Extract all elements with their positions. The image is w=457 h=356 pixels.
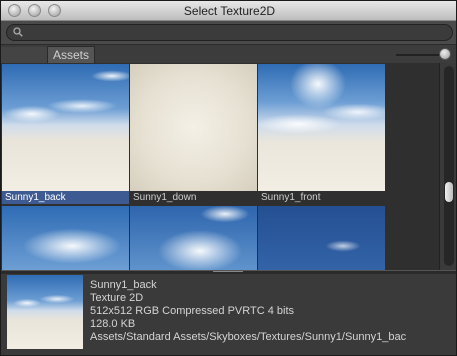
grid-item[interactable] [130, 206, 257, 270]
search-bar [1, 21, 456, 45]
splitter-grip[interactable] [213, 271, 243, 272]
selected-texture-path: Assets/Standard Assets/Skyboxes/Textures… [90, 331, 407, 343]
selected-texture-preview [7, 275, 83, 349]
scrollbar-thumb[interactable] [445, 182, 453, 202]
grid-item[interactable] [258, 206, 385, 270]
selected-texture-name: Sunny1_back [90, 279, 157, 291]
tab-row: Assets [1, 45, 456, 63]
grid-item-sunny1-front[interactable]: Sunny1_front [258, 64, 385, 204]
tab-spacer [1, 47, 47, 63]
window-title: Select Texture2D [183, 4, 276, 18]
grid-item-sunny1-back[interactable]: Sunny1_back [2, 64, 129, 204]
texture-thumbnail [258, 64, 385, 191]
grid-item-label: Sunny1_down [130, 191, 257, 204]
title-bar: Select Texture2D [1, 1, 456, 21]
grid-item-sunny1-down[interactable]: Sunny1_down [130, 64, 257, 204]
texture-thumbnail [2, 206, 129, 270]
tab-assets[interactable]: Assets [47, 46, 95, 63]
texture-thumbnail [258, 206, 385, 270]
texture-thumbnail [130, 206, 257, 270]
asset-grid: Sunny1_back Sunny1_down Sunny1_front [1, 63, 439, 270]
search-icon [13, 27, 23, 37]
texture-picker-window: Select Texture2D Assets Sunny1_back Sunn… [0, 0, 457, 356]
selected-texture-type: Texture 2D [90, 292, 144, 304]
scrollbar-track[interactable] [444, 66, 454, 266]
selected-texture-size: 128.0 KB [90, 318, 136, 330]
search-input[interactable] [27, 26, 447, 40]
grid-scrollbar[interactable] [439, 63, 456, 270]
grid-item-label: Sunny1_front [258, 191, 385, 204]
selected-texture-format: 512x512 RGB Compressed PVRTC 4 bits [90, 305, 294, 317]
search-field[interactable] [6, 24, 453, 41]
zoom-slider-handle[interactable] [439, 48, 451, 60]
texture-thumbnail [130, 64, 257, 191]
grid-item-label: Sunny1_back [2, 191, 129, 204]
texture-thumbnail [2, 64, 129, 191]
grid-item[interactable] [2, 206, 129, 270]
